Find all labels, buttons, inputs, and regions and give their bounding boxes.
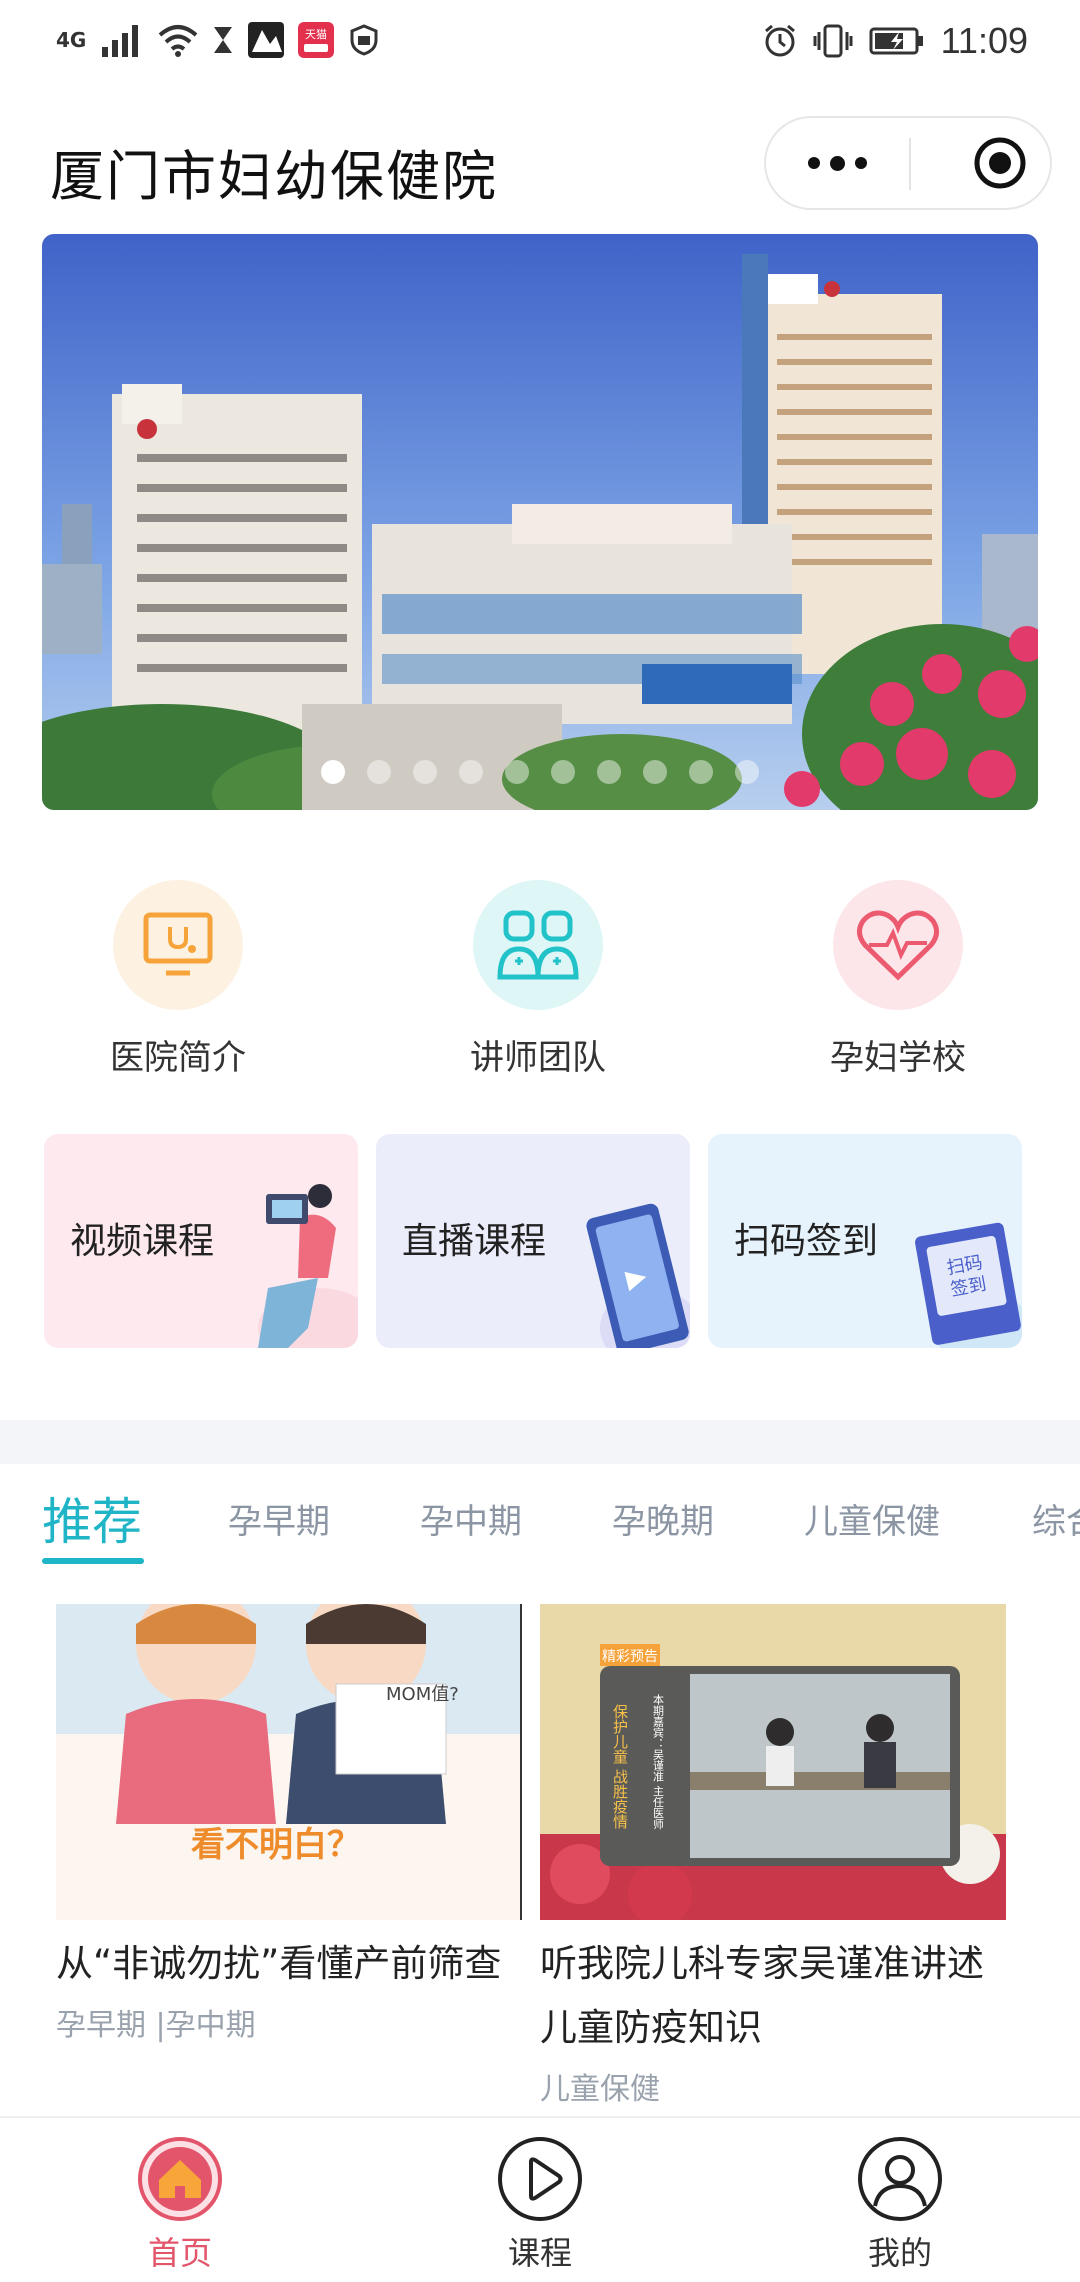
card-label: 视频课程 [70,1221,215,1262]
play-circle-icon [498,2137,582,2221]
nav-home[interactable]: 首页 [80,2136,280,2274]
nav-courses[interactable]: 课程 [440,2136,640,2274]
hospital-photo [42,234,1038,810]
thumb-side-text: 保护儿童 战胜疫情 [611,1704,629,1830]
banner-dot[interactable] [505,760,529,784]
tab-recommended[interactable]: 推荐 [42,1482,142,1554]
video-course-card[interactable]: 视频课程 [44,1134,358,1348]
more-button[interactable] [766,118,909,208]
tab-general[interactable]: 综合 [1032,1494,1080,1543]
banner-pagination [42,760,1038,784]
article-tag: 儿童保健 [540,2072,660,2107]
hero-banner[interactable] [42,234,1038,810]
banner-dot[interactable] [459,760,483,784]
article-title: 从“非诚勿扰”看懂产前筛查 [56,1942,502,1985]
close-mini-program-button[interactable] [972,135,1028,191]
network-type: 4G [56,28,87,52]
clock: 11:09 [940,20,1028,61]
banner-dot[interactable] [367,760,391,784]
thumb-badge-text: 精彩预告 [602,1649,658,1665]
shield-icon [350,24,378,56]
wifi-icon [159,25,198,57]
article-thumbnail: MOM值? 看不明白？ [56,1604,522,1920]
thumb-caption-text: 看不明白？ [191,1825,361,1865]
course-cards: 视频课程 直播课程 扫码签到 扫码 签到 [44,1134,1044,1348]
nav-label: 我的 [867,2234,932,2272]
nav-profile[interactable]: 我的 [800,2136,1000,2274]
page-title: 厦门市妇幼保健院 [50,145,498,208]
quick-links: 医院简介 讲师团队 孕妇学校 [0,880,1080,1080]
more-dot-icon [855,157,867,169]
active-tab-indicator [42,1558,144,1564]
hourglass-icon [214,27,233,53]
tablet-illustration [586,1203,690,1348]
banner-dot[interactable] [597,760,621,784]
app-icon-a [248,22,285,58]
quick-link-lecturer-team[interactable]: 讲师团队 [418,880,658,1079]
category-tabs: 推荐 孕早期 孕中期 孕晚期 儿童保健 综合 [0,1476,1080,1566]
nav-label: 首页 [147,2234,212,2272]
banner-dot[interactable] [689,760,713,784]
quick-link-hospital-intro[interactable]: 医院简介 [58,880,298,1079]
vibrate-icon [813,24,853,58]
thumb-credit-text: 本期嘉宾：吴谨准 主任医师 [652,1693,665,1830]
banner-dot[interactable] [551,760,575,784]
doctors-icon [473,880,603,1010]
tab-early-pregnancy[interactable]: 孕早期 [228,1494,330,1543]
quick-link-prenatal-school[interactable]: 孕妇学校 [778,880,1018,1079]
svg-text:天猫: 天猫 [305,28,327,41]
user-icon [858,2137,942,2221]
banner-dot[interactable] [321,760,345,784]
mini-program-capsule [764,116,1052,210]
status-left: 4G 天猫 [56,22,380,58]
section-divider [0,1420,1080,1464]
tab-child-health[interactable]: 儿童保健 [804,1494,940,1543]
tab-mid-pregnancy[interactable]: 孕中期 [420,1494,522,1543]
quick-link-label: 医院简介 [110,1038,246,1078]
svg-text:保护儿童 战胜疫情: 保护儿童 战胜疫情 [611,1704,629,1830]
card-label: 直播课程 [402,1221,547,1262]
home-icon [138,2137,222,2221]
qr-sign-illustration: 扫码 签到 [915,1222,1022,1348]
thumb-bubble-text: MOM值? [386,1684,459,1705]
quick-link-label: 讲师团队 [470,1038,606,1078]
capsule-divider [909,138,911,190]
article-card[interactable]: 精彩预告 保护儿童 战胜疫情 本期嘉宾：吴谨准 主任医师 听我院儿科专家吴谨准讲… [540,1604,1010,2108]
scan-checkin-card[interactable]: 扫码签到 扫码 签到 [708,1134,1022,1348]
banner-dot[interactable] [643,760,667,784]
article-list: MOM值? 看不明白？ 从“非诚勿扰”看懂产前筛查 孕早期 |孕中期 精彩预告 [0,1604,1080,2107]
signal-icon [102,25,139,57]
more-dot-icon [830,155,845,171]
banner-dot[interactable] [413,760,437,784]
woman-laptop-illustration [258,1184,358,1348]
card-label: 扫码签到 [734,1221,879,1262]
banner-dot[interactable] [735,760,759,784]
monitor-stethoscope-icon [113,880,243,1010]
title-bar: 厦门市妇幼保健院 [0,112,1080,216]
article-card[interactable]: MOM值? 看不明白？ 从“非诚勿扰”看懂产前筛查 孕早期 |孕中期 [56,1604,526,2044]
status-right: 11:09 [763,20,1028,62]
bottom-navigation: 首页 课程 我的 [0,2116,1080,2282]
nav-label: 课程 [507,2234,572,2272]
article-tag: 孕早期 |孕中期 [56,2008,256,2043]
more-dot-icon [808,157,820,169]
thumbnail-separator [520,1604,522,1920]
tmall-app-icon: 天猫 [298,22,335,58]
quick-link-label: 孕妇学校 [830,1038,966,1078]
tab-late-pregnancy[interactable]: 孕晚期 [612,1494,714,1543]
heart-pulse-icon [833,880,963,1010]
status-bar: 4G 天猫 11:09 [0,0,1080,90]
alarm-icon [764,24,795,57]
live-course-card[interactable]: 直播课程 [376,1134,690,1348]
battery-icon [869,27,923,55]
article-thumbnail: 精彩预告 保护儿童 战胜疫情 本期嘉宾：吴谨准 主任医师 [540,1604,1006,1920]
article-title: 听我院儿科专家吴谨准讲述儿童防疫知识 [540,1942,984,2049]
